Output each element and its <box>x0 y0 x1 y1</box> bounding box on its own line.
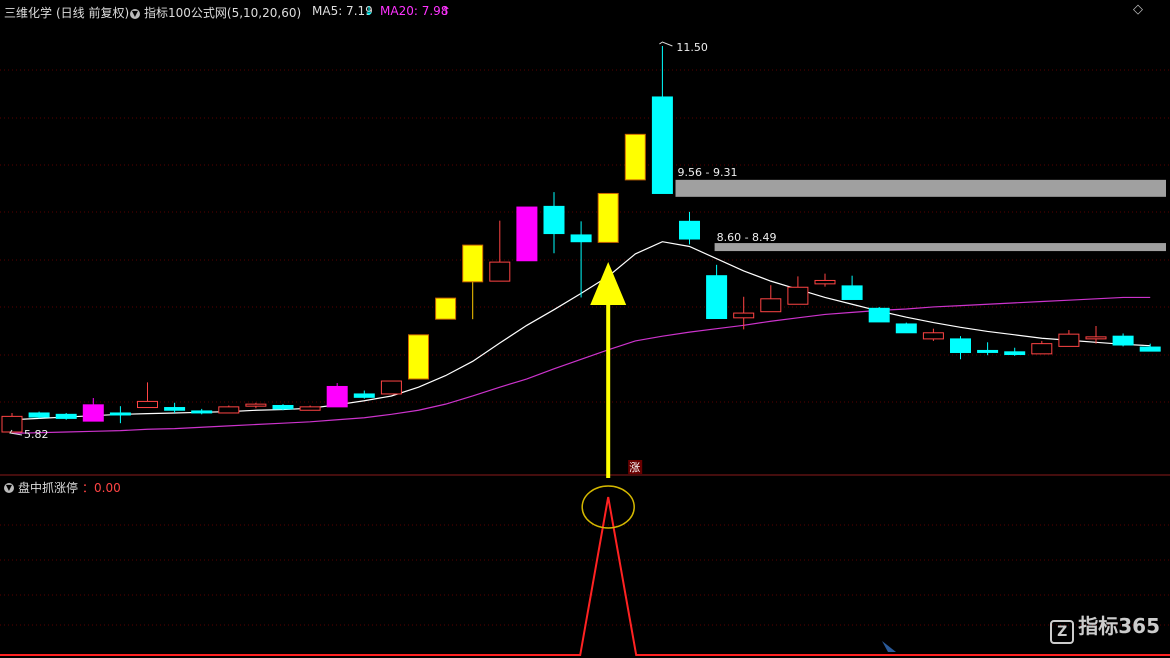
zone-label: 8.60 - 8.49 <box>717 231 777 244</box>
candle-body <box>1085 336 1107 340</box>
zone-label: 9.56 - 9.31 <box>678 166 738 179</box>
candle-body <box>868 307 890 323</box>
sub-indicator-value-text: 0.00 <box>94 481 121 495</box>
candle-body <box>787 286 809 305</box>
candle-body <box>191 410 213 414</box>
candle-body <box>109 412 131 416</box>
candle-body <box>299 406 321 411</box>
candle-body <box>137 400 158 409</box>
candle-body <box>489 261 511 282</box>
candle-body <box>218 406 240 414</box>
cursor-icon <box>882 641 896 652</box>
candle-body <box>245 403 267 407</box>
resistance-zone <box>675 179 1166 197</box>
signal-arrow-icon <box>590 262 627 478</box>
candle-body <box>977 349 999 353</box>
candle-body <box>651 96 673 194</box>
candle-body <box>624 133 646 181</box>
resistance-zone <box>714 243 1166 252</box>
signal-highlight-circle <box>581 485 635 529</box>
price-chart[interactable]: 9.56 - 9.31 8.60 - 8.49 11.50 5.82 涨 <box>0 0 1170 658</box>
candle-body <box>1139 346 1161 352</box>
candle-body <box>543 205 565 235</box>
candle-body <box>597 192 619 243</box>
candle-body <box>1 415 23 433</box>
watermark-logo: Z 指标365 <box>1050 610 1160 644</box>
high-pointer-icon <box>659 41 673 47</box>
limit-up-label: 涨 <box>629 461 640 474</box>
candle-body <box>326 385 348 408</box>
sub-indicator-name[interactable]: 盘中抓涨停 <box>18 479 78 496</box>
logo-mark-icon: Z <box>1050 620 1075 644</box>
candle-body <box>814 279 836 285</box>
candle-body <box>516 206 538 262</box>
candle-body <box>462 244 484 283</box>
high-label: 11.50 <box>676 41 708 54</box>
candle-body <box>895 323 917 334</box>
candle-body <box>570 234 592 243</box>
candle-body <box>679 220 700 240</box>
chevron-down-icon: ▼ <box>4 483 14 493</box>
candle-body <box>733 312 755 319</box>
candle-body <box>760 298 782 313</box>
candle-body <box>1058 333 1080 347</box>
candle-body <box>922 332 944 340</box>
candle-body <box>841 285 863 300</box>
candle-body <box>164 407 186 411</box>
candle-body <box>82 404 104 422</box>
candle-body <box>950 338 971 353</box>
candle-body <box>353 393 375 398</box>
sub-indicator-value: ： 0.00 <box>82 481 121 495</box>
low-label: 5.82 <box>24 428 49 441</box>
candle-body <box>1112 335 1134 346</box>
logo-text: 指标365 <box>1078 614 1160 638</box>
candle-body <box>1031 343 1053 355</box>
candle-body <box>28 412 50 418</box>
candle-body <box>435 297 457 320</box>
candle-body <box>55 413 77 419</box>
candle-body <box>706 275 728 320</box>
candle-body <box>1004 351 1026 356</box>
signal-line <box>0 496 1170 656</box>
candle-body <box>408 334 429 380</box>
candle-body <box>272 404 294 410</box>
candle-body <box>380 380 402 395</box>
